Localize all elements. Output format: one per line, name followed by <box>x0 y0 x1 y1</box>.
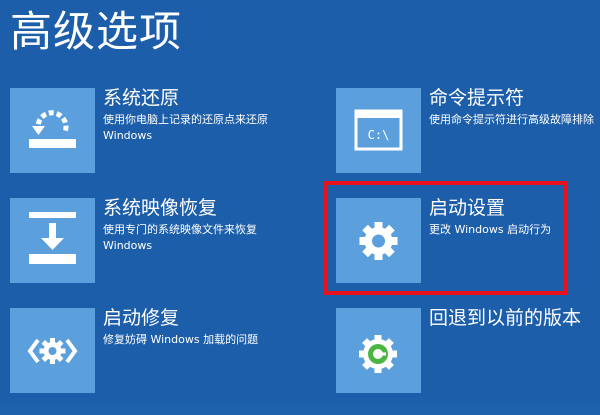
startup-repair-option[interactable]: 启动修复 修复妨碍 Windows 加载的问题 <box>10 307 300 398</box>
startup-repair-desc: 修复妨碍 Windows 加载的问题 <box>103 333 259 346</box>
highlight-box <box>324 181 567 295</box>
command-prompt-desc: 使用命令提示符进行高级故障排除 <box>429 113 594 126</box>
command-prompt-title: 命令提示符 <box>429 87 525 109</box>
image-recovery-tile[interactable] <box>10 198 95 283</box>
system-restore-option[interactable]: 系统还原 使用你电脑上记录的还原点来还原 Windows <box>10 87 300 178</box>
go-back-title: 回退到以前的版本 <box>429 307 582 329</box>
go-back-icon <box>359 335 397 373</box>
command-prompt-icon: C:\ <box>354 109 403 151</box>
image-recovery-title: 系统映像恢复 <box>103 197 218 219</box>
image-recovery-desc: 使用专门的系统映像文件来恢复 Windows <box>103 223 257 252</box>
image-recovery-option[interactable]: 系统映像恢复 使用专门的系统映像文件来恢复 Windows <box>10 197 300 288</box>
image-recovery-icon <box>29 212 76 264</box>
system-restore-desc: 使用你电脑上记录的还原点来还原 Windows <box>103 113 268 142</box>
restore-icon <box>29 110 76 148</box>
startup-repair-icon <box>27 338 78 364</box>
go-back-option[interactable]: 回退到以前的版本 <box>336 307 600 398</box>
command-prompt-tile[interactable]: C:\ <box>336 88 421 173</box>
command-prompt-icon-text: C:\ <box>368 128 390 142</box>
command-prompt-option[interactable]: C:\ 命令提示符 使用命令提示符进行高级故障排除 <box>336 87 600 178</box>
system-restore-tile[interactable] <box>10 88 95 173</box>
bottom-edge <box>0 395 600 415</box>
go-back-tile[interactable] <box>336 308 421 393</box>
startup-repair-title: 启动修复 <box>103 307 180 329</box>
page-title: 高级选项 <box>10 7 183 56</box>
system-restore-title: 系统还原 <box>103 87 180 109</box>
startup-repair-tile[interactable] <box>10 308 95 393</box>
